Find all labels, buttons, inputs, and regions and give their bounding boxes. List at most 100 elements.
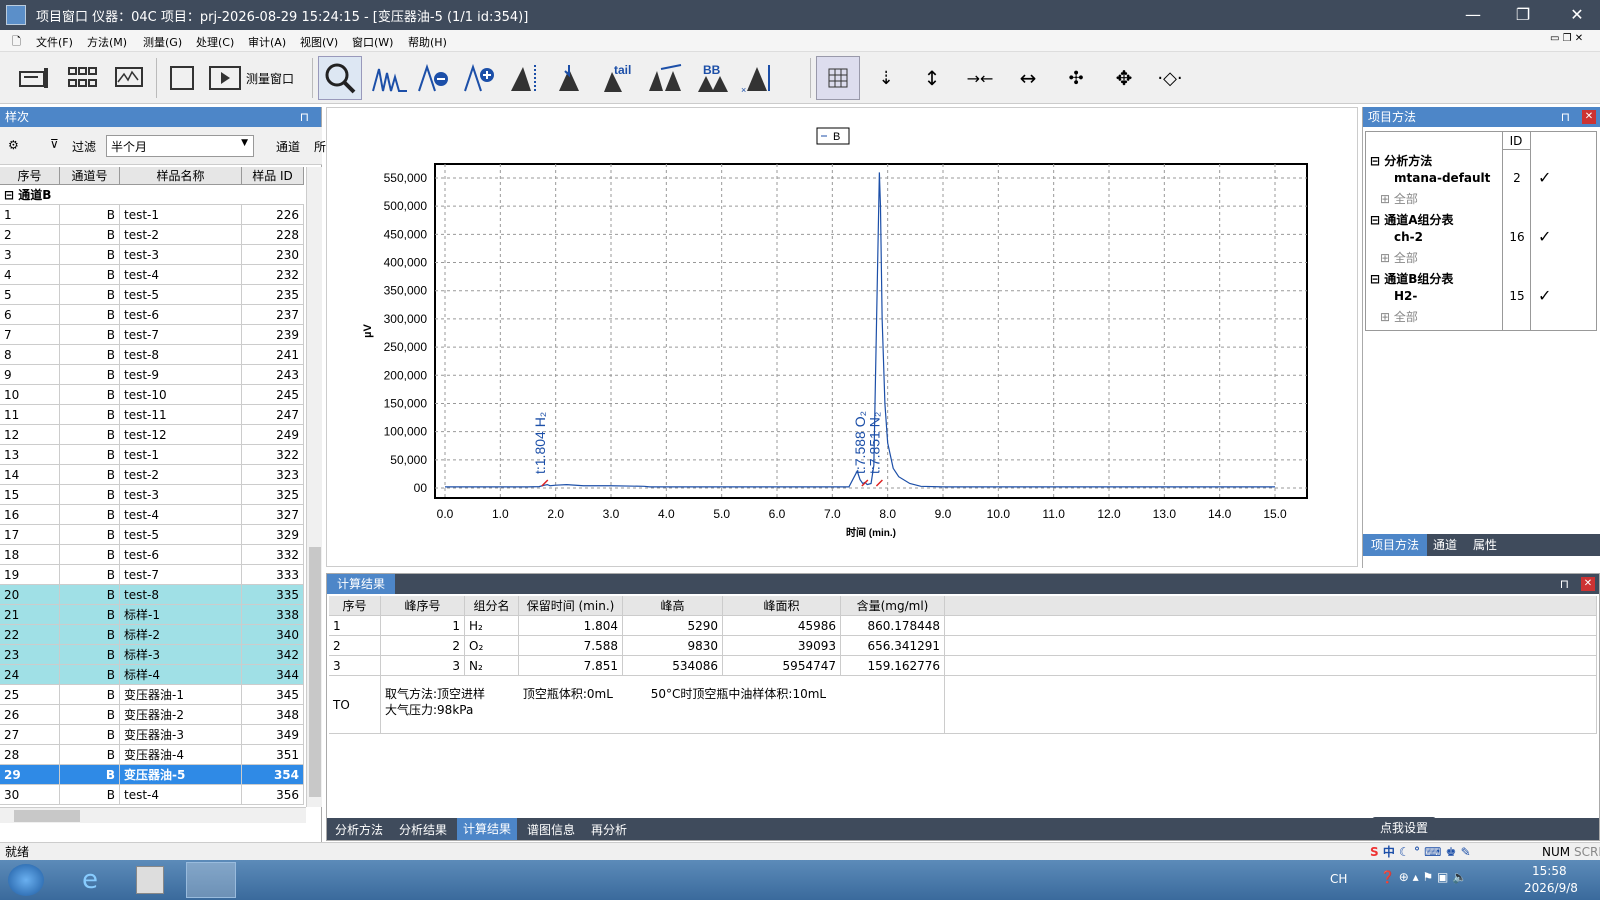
tree-item[interactable]: ch-2	[1394, 230, 1423, 244]
col-channel[interactable]: 通道号	[60, 167, 120, 185]
filter-dropdown[interactable]: 半个月 ▼	[106, 135, 254, 157]
table-row[interactable]: 13 Btest-1 322	[0, 445, 304, 465]
table-row[interactable]: 7 Btest-7 239	[0, 325, 304, 345]
table-row[interactable]: 8 Btest-8 241	[0, 345, 304, 365]
measure-window-button[interactable]: 测量窗口	[208, 56, 308, 100]
expand-all-icon[interactable]: ✥	[1102, 56, 1146, 100]
peak-tail-icon[interactable]: tail	[598, 56, 642, 100]
col-sample-id[interactable]: 样品 ID	[242, 167, 304, 185]
tree-all[interactable]: ⊞ 全部	[1380, 249, 1418, 266]
ime-tooltip[interactable]: 点我设置	[1372, 817, 1437, 839]
tab-reanalyze[interactable]: 再分析	[591, 821, 627, 838]
menu-view[interactable]: 视图(V)	[300, 34, 338, 50]
mdi-controls[interactable]: ▭ ❐ ✕	[1550, 33, 1583, 44]
table-row[interactable]: 11 Btest-11 247	[0, 405, 304, 425]
calculator-icon[interactable]	[136, 866, 164, 894]
menu-file[interactable]: 文件(F)	[36, 34, 73, 50]
table-row[interactable]: 10 Btest-10 245	[0, 385, 304, 405]
clock-date[interactable]: 2026/9/8	[1524, 881, 1578, 895]
table-row[interactable]: 3 Btest-3 230	[0, 245, 304, 265]
menu-measure[interactable]: 测量(G)	[143, 34, 182, 50]
pin-icon[interactable]: ⊓	[300, 107, 309, 127]
pin-icon[interactable]: ⊓	[1561, 107, 1570, 127]
table-row[interactable]: 14 Btest-2 323	[0, 465, 304, 485]
table-row[interactable]: 26 B 变压器油-2 348	[0, 705, 304, 725]
tree-item[interactable]: mtana-default	[1394, 171, 1490, 185]
table-row[interactable]: 30 Btest-4 356	[0, 785, 304, 805]
peak-split-icon[interactable]	[644, 56, 688, 100]
instrument-icon[interactable]	[12, 56, 56, 100]
table-row[interactable]: 15 Btest-3 325	[0, 485, 304, 505]
tree-all[interactable]: ⊞ 全部	[1380, 190, 1418, 207]
menu-process[interactable]: 处理(C)	[196, 34, 234, 50]
compress-vertical-icon[interactable]: ⇣	[864, 56, 908, 100]
results-col-header[interactable]: 组分名	[465, 596, 519, 616]
tab-calc-result[interactable]: 计算结果	[457, 818, 518, 840]
table-row[interactable]: 1 Btest-1 226	[0, 205, 304, 225]
start-button[interactable]	[8, 864, 44, 896]
table-row[interactable]: 28 B 变压器油-4 351	[0, 745, 304, 765]
tree-group[interactable]: ⊟ 通道A组分表	[1370, 211, 1454, 228]
peak-area-icon[interactable]	[506, 56, 550, 100]
compress-horizontal-icon[interactable]: →←	[958, 56, 1002, 100]
tree-group[interactable]: ⊟ 通道B组分表	[1370, 270, 1453, 287]
table-row[interactable]: 16 Btest-4 327	[0, 505, 304, 525]
close-icon[interactable]: ✕	[1581, 577, 1595, 591]
lang-indicator[interactable]: CH	[1330, 872, 1347, 886]
table-row[interactable]: 19 Btest-7 333	[0, 565, 304, 585]
col-seq[interactable]: 序号	[0, 167, 60, 185]
pin-icon[interactable]: ⊓	[1560, 574, 1569, 594]
peak-minus-icon[interactable]	[414, 56, 458, 100]
restore-button[interactable]: ❐	[1500, 0, 1546, 30]
table-row[interactable]: 2 Btest-2 228	[0, 225, 304, 245]
table-row[interactable]: 20 Btest-8 335	[0, 585, 304, 605]
table-row[interactable]: 18 Btest-6 332	[0, 545, 304, 565]
app-taskbar-icon[interactable]	[186, 862, 236, 898]
table-row[interactable]: 24 B 标样-4 344	[0, 665, 304, 685]
chromatogram-chart[interactable]: B 0.0 1.0 2.0 3.0 4.0 5.0 6.0 7.0 8.0 9.0 10.0 11.0 1…	[327, 108, 1357, 566]
scroll-thumb[interactable]	[309, 547, 321, 797]
chromatogram-stack-icon[interactable]	[108, 56, 152, 100]
table-row[interactable]: 5 Btest-5 235	[0, 285, 304, 305]
menu-method[interactable]: 方法(M)	[87, 34, 127, 50]
table-row[interactable]: 25 B 变压器油-1 345	[0, 685, 304, 705]
table-row[interactable]: 9 Btest-9 243	[0, 365, 304, 385]
collapse-icon[interactable]: ⊟	[1370, 154, 1380, 168]
peak-cut-icon[interactable]: ×	[736, 56, 780, 100]
group-channel-b[interactable]: ⊟ 通道B	[0, 185, 304, 205]
tab-analysis-method[interactable]: 分析方法	[335, 821, 383, 838]
peak-add-icon[interactable]	[460, 56, 504, 100]
tab-properties[interactable]: 属性	[1473, 534, 1497, 556]
results-col-header[interactable]: 保留时间 (min.)	[519, 596, 623, 616]
close-button[interactable]: ✕	[1554, 0, 1600, 30]
ie-icon[interactable]: e	[70, 866, 110, 894]
horizontal-scrollbar[interactable]	[0, 807, 306, 823]
table-row[interactable]: 23 B 标样-3 342	[0, 645, 304, 665]
check-icon[interactable]: ✓	[1538, 168, 1551, 187]
menu-help[interactable]: 帮助(H)	[408, 34, 447, 50]
expand-horizontal-icon[interactable]: ↔	[1006, 56, 1050, 100]
minimize-button[interactable]: —	[1450, 0, 1496, 30]
h-scroll-thumb[interactable]	[14, 810, 80, 822]
check-icon[interactable]: ✓	[1538, 286, 1551, 305]
expand-icon[interactable]: ⊞	[1380, 310, 1390, 324]
settings-filter-icon[interactable]: ⚙	[8, 138, 19, 152]
col-sample-name[interactable]: 样品名称	[120, 167, 242, 185]
table-row[interactable]: 21 B 标样-1 338	[0, 605, 304, 625]
tab-project-method[interactable]: 项目方法	[1363, 534, 1427, 556]
tree-all[interactable]: ⊞ 全部	[1380, 308, 1418, 325]
collapse-icon[interactable]: ⊟	[1370, 272, 1380, 286]
tree-group[interactable]: ⊟ 分析方法	[1370, 152, 1432, 169]
expand-icon[interactable]: ⊞	[1380, 192, 1390, 206]
collapse-icon[interactable]: ⊟	[1370, 213, 1380, 227]
zoom-icon[interactable]	[318, 56, 362, 100]
menu-window[interactable]: 窗口(W)	[352, 34, 393, 50]
menu-audit[interactable]: 审计(A)	[248, 34, 286, 50]
table-grid-icon[interactable]	[816, 56, 860, 100]
close-icon[interactable]: ✕	[1582, 110, 1596, 124]
peaks-integrate-icon[interactable]	[368, 56, 412, 100]
table-row[interactable]: 12 Btest-12 249	[0, 425, 304, 445]
channel-dropdown[interactable]: 所	[314, 138, 326, 155]
tree-item[interactable]: H2-	[1394, 289, 1417, 303]
check-icon[interactable]: ✓	[1538, 227, 1551, 246]
